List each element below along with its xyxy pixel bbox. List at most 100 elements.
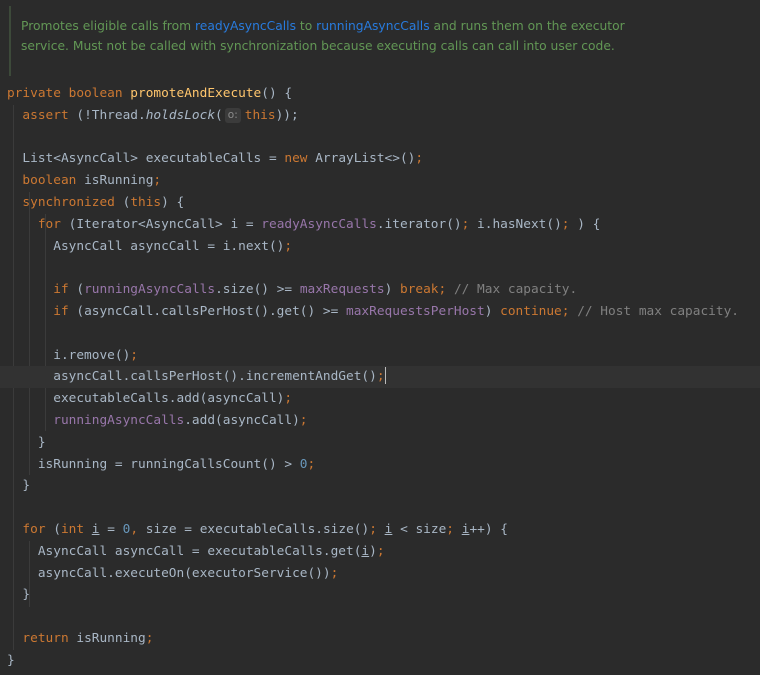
code-token: }: [22, 587, 31, 603]
code-line: i.remove();: [0, 345, 760, 367]
code-token: isRunning = runningCallsCount() >: [37, 456, 300, 472]
code-token: ));: [275, 107, 299, 123]
code-line: boolean isRunning;: [0, 170, 760, 192]
code-line: executableCalls.add(asyncCall);: [0, 388, 760, 410]
code-token: continue: [500, 303, 562, 319]
code-line: AsyncCall asyncCall = i.next();: [0, 236, 760, 258]
code-token: ): [369, 543, 377, 559]
code-token: if: [53, 303, 77, 319]
code-token: AsyncCall asyncCall = executableCalls.ge…: [37, 543, 362, 559]
code-token: (: [215, 107, 223, 123]
code-token: isRunning: [84, 173, 154, 189]
code-line: synchronized (this) {: [0, 192, 760, 214]
code-token: (Iterator<AsyncCall> i =: [68, 216, 262, 232]
code-token: asyncCall.callsPerHost().incrementAndGet…: [53, 369, 377, 385]
code-token: (!Thread.: [76, 107, 146, 123]
code-area[interactable]: private boolean promoteAndExecute() { as…: [0, 83, 760, 672]
code-token: this: [244, 107, 276, 123]
code-token: new: [284, 151, 316, 167]
code-token: size = executableCalls.size(): [145, 521, 370, 537]
code-token: ): [384, 282, 400, 298]
code-token: i: [91, 521, 100, 537]
code-token: promoteAndExecute: [130, 86, 262, 101]
code-token: int: [60, 521, 92, 537]
code-token: .add(asyncCall): [184, 412, 300, 428]
code-token: // Host max capacity.: [577, 303, 739, 319]
code-line: for (int i = 0, size = executableCalls.s…: [0, 519, 760, 541]
doc-text-part: to: [295, 19, 317, 33]
code-line: AsyncCall asyncCall = executableCalls.ge…: [0, 541, 760, 563]
code-token: i.remove(): [53, 347, 131, 363]
code-token: break: [399, 282, 439, 298]
code-line: assert (!Thread.holdsLock(o: this));: [0, 105, 760, 127]
code-line: for (Iterator<AsyncCall> i = readyAsyncC…: [0, 214, 760, 236]
code-token: ++) {: [469, 521, 508, 537]
code-token: ;: [561, 303, 578, 319]
code-token: ;: [307, 456, 316, 472]
code-line: asyncCall.executeOn(executorService());: [0, 563, 760, 585]
code-token: this: [130, 194, 162, 210]
code-token: 0: [299, 456, 308, 472]
code-token: synchronized: [22, 194, 123, 210]
code-token: maxRequests: [299, 282, 385, 298]
code-token: }: [7, 652, 15, 668]
javadoc-comment: Promotes eligible calls from readyAsyncC…: [9, 6, 760, 76]
code-token: (: [53, 521, 61, 537]
code-token: ;: [561, 216, 578, 232]
code-token: runningAsyncCalls: [84, 282, 216, 298]
code-token: AsyncCall asyncCall = i.next(): [53, 238, 285, 254]
code-line: List<AsyncCall> executableCalls = new Ar…: [0, 148, 760, 170]
code-token: }: [22, 478, 31, 494]
doc-text-part: Promotes eligible calls from: [21, 19, 195, 33]
code-token: ;: [145, 630, 154, 646]
code-line: runningAsyncCalls.add(asyncCall);: [0, 410, 760, 432]
parameter-hint: o:: [224, 107, 241, 123]
text-caret: [384, 367, 386, 385]
code-line: private boolean promoteAndExecute() {: [0, 83, 760, 105]
code-token: .iterator(): [376, 216, 462, 232]
code-token: ;: [376, 369, 385, 385]
code-token: private boolean: [7, 86, 131, 101]
code-line: if (runningAsyncCalls.size() >= maxReque…: [0, 279, 760, 301]
code-token: assert: [22, 107, 77, 123]
code-editor[interactable]: Promotes eligible calls from readyAsyncC…: [0, 0, 760, 675]
code-token: < size: [392, 521, 447, 537]
code-token: ;: [284, 238, 293, 254]
code-line: }: [0, 432, 760, 454]
code-token: ;: [438, 282, 454, 298]
code-token: runningAsyncCalls: [53, 412, 185, 428]
code-token: asyncCall.executeOn(executorService()): [37, 565, 331, 581]
code-token: (asyncCall.callsPerHost().get() >=: [76, 303, 347, 319]
code-line: }: [0, 650, 760, 672]
code-token: =: [99, 521, 123, 537]
code-line-current: asyncCall.callsPerHost().incrementAndGet…: [0, 366, 760, 389]
code-token: ) {: [577, 216, 601, 232]
code-token: .size() >=: [215, 282, 300, 298]
code-token: executableCalls.add(asyncCall): [53, 391, 285, 407]
code-token: ): [484, 303, 501, 319]
doc-link-readyasynccalls[interactable]: readyAsyncCalls: [195, 19, 296, 33]
code-token: boolean: [22, 173, 85, 189]
code-token: ArrayList<>(): [315, 151, 416, 167]
code-token: if: [53, 282, 77, 298]
code-token: ;: [153, 173, 162, 189]
code-token: }: [37, 434, 46, 450]
code-token: maxRequestsPerHost: [346, 303, 485, 319]
code-token: (: [76, 282, 85, 298]
code-line: }: [0, 584, 760, 606]
doc-link-runningasynccalls[interactable]: runningAsyncCalls: [316, 19, 429, 33]
code-line: if (asyncCall.callsPerHost().get() >= ma…: [0, 301, 760, 323]
code-token: ;: [376, 543, 385, 559]
code-token: ;: [130, 347, 138, 363]
code-token: ;: [415, 151, 424, 167]
code-token: for: [37, 216, 69, 232]
code-token: isRunning: [76, 630, 146, 646]
code-token: i.hasNext(): [477, 216, 562, 232]
code-token: ;: [330, 565, 339, 581]
javadoc-text: Promotes eligible calls from readyAsyncC…: [21, 17, 641, 56]
code-token: ,: [130, 521, 146, 537]
